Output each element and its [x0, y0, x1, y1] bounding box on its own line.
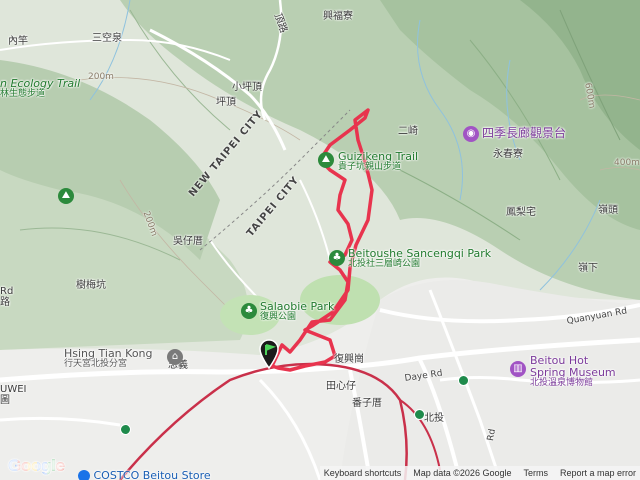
google-logo-text: Google: [8, 456, 65, 475]
label-fenglizhai: 鳳梨宅: [506, 207, 536, 218]
label-lingxia: 嶺下: [578, 263, 598, 274]
report-error-link[interactable]: Report a map error: [560, 468, 636, 478]
label-tianxincun: 田心仔: [326, 381, 356, 392]
label-xingfuliao: 興福寮: [323, 11, 353, 22]
hiking-icon[interactable]: ⛰: [318, 152, 334, 168]
contour-label-400: 400m: [614, 158, 640, 168]
place-spring-museum[interactable]: Beitou Hot Spring Museum 北投溫泉博物館: [530, 354, 616, 389]
label-road-left-sub: 路: [0, 297, 10, 308]
label-uwei-text: UWEI: [0, 384, 27, 395]
label-fanzicuo: 番子厝: [352, 398, 382, 409]
label-shumeikeng: 樹梅坑: [76, 280, 106, 291]
road-right: Rd: [486, 428, 498, 442]
mrt-station-icon[interactable]: [458, 375, 469, 386]
label-wuzicuo: 吳仔厝: [173, 236, 203, 247]
contour-label-200a: 200m: [88, 72, 114, 82]
salaobie-sub: 復興公園: [260, 312, 297, 323]
sancengqi-sub: 北投社三層崎公園: [348, 259, 421, 270]
temple-icon[interactable]: ⌂: [167, 349, 183, 365]
place-ecology-trail[interactable]: n Ecology Trail 林生態步道: [0, 77, 80, 100]
map-footer: Keyboard shortcuts Map data ©2026 Google…: [319, 466, 640, 480]
camera-icon[interactable]: ◉: [463, 126, 479, 142]
place-hsingtiankong[interactable]: Hsing Tian Kong 行天宮北投分宮: [64, 347, 153, 370]
costco-icon: [78, 470, 90, 480]
label-road-left: Rd 路: [0, 286, 13, 308]
label-beitou: 北投: [424, 413, 444, 424]
map-data-attribution: Map data ©2026 Google: [413, 468, 512, 478]
museum-icon[interactable]: ▥: [510, 361, 526, 377]
ecology-trail-sub: 林生態步道: [0, 89, 46, 100]
label-road-left-text: Rd: [0, 286, 14, 297]
terms-link[interactable]: Terms: [523, 468, 548, 478]
place-sijichanglang[interactable]: 四季長廊觀景台: [482, 126, 566, 140]
spring-museum-sub: 北投溫泉博物館: [530, 378, 594, 389]
place-sancengqi[interactable]: Beitoushe Sancengqi Park 北投社三層崎公園: [348, 247, 491, 270]
tree-icon[interactable]: ♣: [241, 303, 257, 319]
label-xiaopingding: 小坪頂: [232, 82, 262, 93]
keyboard-shortcuts-link[interactable]: Keyboard shortcuts: [324, 468, 402, 478]
tree-icon[interactable]: ♣: [329, 250, 345, 266]
mrt-station-icon[interactable]: [120, 424, 131, 435]
place-salaobie[interactable]: Salaobie Park 復興公園: [260, 300, 334, 323]
label-sankongquan: 三空泉: [92, 33, 122, 44]
mrt-station-icon[interactable]: [414, 409, 425, 420]
label-uwei: UWEI 圖: [0, 384, 26, 406]
trail-map[interactable]: NEW TAIPEI CITY TAIPEI CITY 內竿 三空泉 興福寮 頂…: [0, 0, 640, 480]
costco-label: COSTCO Beitou Store: [93, 469, 211, 480]
label-erqi: 二崎: [398, 126, 418, 137]
hsingtiankong-sub: 行天宮北投分宮: [64, 359, 128, 370]
hiking-icon[interactable]: ⛰: [58, 188, 74, 204]
label-lingtou: 嶺頭: [598, 205, 618, 216]
label-pingding: 坪頂: [216, 97, 236, 108]
place-guizikeng[interactable]: Guizikeng Trail 貴子坑親山步道: [338, 150, 418, 173]
start-marker-icon[interactable]: [258, 338, 280, 372]
google-logo: Google: [8, 456, 65, 476]
place-costco[interactable]: COSTCO Beitou Store: [78, 469, 211, 480]
label-uwei-sub: 圖: [0, 395, 10, 406]
label-yongchunliao: 永春寮: [493, 149, 523, 160]
label-neihu: 內竿: [8, 36, 28, 47]
guizikeng-sub: 貴子坑親山步道: [338, 162, 402, 173]
label-fuxinggang: 復興崗: [334, 354, 364, 365]
